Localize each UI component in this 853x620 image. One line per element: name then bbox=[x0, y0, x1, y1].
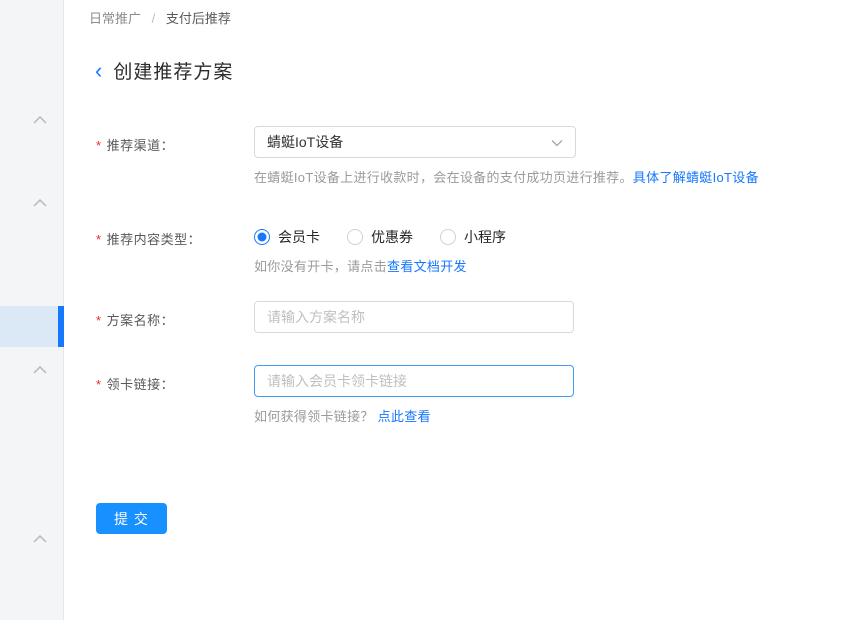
required-asterisk: * bbox=[96, 377, 102, 392]
channel-select[interactable]: 蜻蜓IoT设备 bbox=[254, 126, 576, 158]
channel-learn-more-link[interactable]: 具体了解蜻蜓IoT设备 bbox=[633, 170, 759, 185]
breadcrumb-item-post-payment-recommendation: 支付后推荐 bbox=[165, 11, 231, 26]
channel-select-value: 蜻蜓IoT设备 bbox=[267, 134, 344, 150]
sidebar-active-item[interactable] bbox=[0, 306, 64, 347]
chevron-up-icon[interactable] bbox=[32, 112, 48, 124]
radio-mini-program[interactable]: 小程序 bbox=[440, 227, 506, 247]
field-label-content-type: * 推荐内容类型： bbox=[96, 232, 202, 247]
chevron-up-icon[interactable] bbox=[32, 362, 48, 374]
main-content: 日常推广 / 支付后推荐 ‹ 创建推荐方案 * 推荐渠道： 蜻蜓IoT设备 在蜻… bbox=[64, 0, 853, 620]
plan-name-input[interactable] bbox=[254, 301, 574, 333]
form-row-content-type: * 推荐内容类型： 会员卡 优惠券 小程序 如你没有开卡，请点击查看文档开发 bbox=[89, 220, 853, 275]
channel-helper-text: 在蜻蜓IoT设备上进行收款时，会在设备的支付成功页进行推荐。具体了解蜻蜓IoT设… bbox=[254, 170, 759, 185]
breadcrumb-item-daily-promotion[interactable]: 日常推广 bbox=[89, 11, 141, 26]
collapsed-sidebar bbox=[0, 0, 64, 620]
field-label-plan-name: * 方案名称： bbox=[96, 313, 175, 328]
field-label-card-link: * 领卡链接： bbox=[96, 377, 175, 392]
back-icon[interactable]: ‹ bbox=[95, 59, 102, 81]
breadcrumb-separator: / bbox=[151, 11, 156, 26]
title-row: ‹ 创建推荐方案 bbox=[95, 57, 853, 84]
app-window: 日常推广 / 支付后推荐 ‹ 创建推荐方案 * 推荐渠道： 蜻蜓IoT设备 在蜻… bbox=[0, 0, 853, 620]
required-asterisk: * bbox=[96, 232, 102, 247]
create-plan-form: * 推荐渠道： 蜻蜓IoT设备 在蜻蜓IoT设备上进行收款时，会在设备的支付成功页… bbox=[89, 126, 853, 534]
chevron-up-icon[interactable] bbox=[32, 195, 48, 207]
submit-row: 提 交 bbox=[96, 503, 853, 534]
radio-member-card[interactable]: 会员卡 bbox=[254, 227, 320, 247]
radio-coupon[interactable]: 优惠券 bbox=[347, 227, 413, 247]
form-row-channel: * 推荐渠道： 蜻蜓IoT设备 在蜻蜓IoT设备上进行收款时，会在设备的支付成功页… bbox=[89, 126, 853, 186]
click-to-view-link[interactable]: 点此查看 bbox=[378, 409, 431, 424]
chevron-up-icon[interactable] bbox=[32, 531, 48, 543]
required-asterisk: * bbox=[96, 313, 102, 328]
form-row-card-link: *领卡链接： 如何获得领卡链接？ 点此查看 bbox=[89, 365, 853, 425]
radio-unselected-icon bbox=[347, 229, 363, 245]
chevron-down-icon bbox=[551, 134, 563, 150]
radio-unselected-icon bbox=[440, 229, 456, 245]
page-title: 创建推荐方案 bbox=[113, 62, 234, 83]
field-label-channel: * 推荐渠道： bbox=[96, 138, 175, 153]
card-link-input[interactable] bbox=[254, 365, 574, 397]
form-row-plan-name: * 方案名称： bbox=[89, 301, 853, 333]
required-asterisk: * bbox=[96, 138, 102, 153]
breadcrumb: 日常推广 / 支付后推荐 bbox=[89, 0, 853, 27]
submit-button[interactable]: 提 交 bbox=[96, 503, 167, 534]
content-type-helper-text: 如你没有开卡，请点击查看文档开发 bbox=[254, 259, 467, 274]
radio-selected-icon bbox=[254, 229, 270, 245]
view-docs-link[interactable]: 查看文档开发 bbox=[387, 259, 467, 274]
content-type-radio-group: 会员卡 优惠券 小程序 bbox=[254, 220, 576, 247]
card-link-helper-text: 如何获得领卡链接？ 点此查看 bbox=[254, 409, 431, 424]
